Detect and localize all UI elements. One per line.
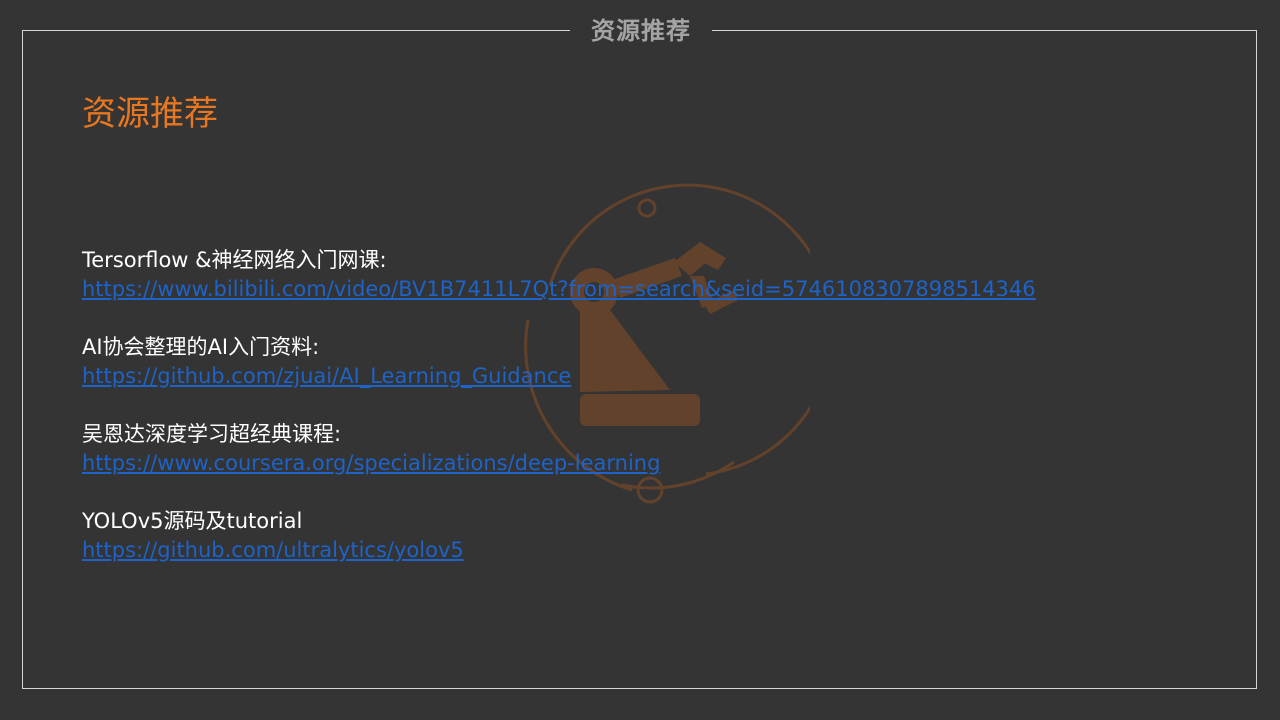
resource-label: AI协会整理的AI入门资料: — [82, 335, 320, 359]
slide: 资源推荐 资源推荐 Tersorflow &神经网络入门网课: https://… — [0, 0, 1280, 720]
resource-label: 吴恩达深度学习超经典课程: — [82, 422, 342, 446]
resource-item: Tersorflow &神经网络入门网课: https://www.bilibi… — [82, 246, 1202, 333]
resource-item: AI协会整理的AI入门资料: https://github.com/zjuai/… — [82, 333, 1202, 420]
ai-guidance-link[interactable]: https://github.com/zjuai/AI_Learning_Gui… — [82, 361, 571, 391]
page-title: 资源推荐 — [82, 94, 218, 134]
resource-label: Tersorflow &神经网络入门网课: — [82, 248, 387, 272]
resource-item: YOLOv5源码及tutorial https://github.com/ult… — [82, 507, 1202, 594]
resource-label: YOLOv5源码及tutorial — [82, 509, 303, 533]
bilibili-course-link[interactable]: https://www.bilibili.com/video/BV1B7411L… — [82, 274, 1036, 304]
coursera-deep-learning-link[interactable]: https://www.coursera.org/specializations… — [82, 448, 660, 478]
resource-item: 吴恩达深度学习超经典课程: https://www.coursera.org/s… — [82, 420, 1202, 507]
yolov5-github-link[interactable]: https://github.com/ultralytics/yolov5 — [82, 535, 464, 565]
resource-list: Tersorflow &神经网络入门网课: https://www.bilibi… — [82, 246, 1202, 594]
header-title: 资源推荐 — [591, 17, 691, 45]
